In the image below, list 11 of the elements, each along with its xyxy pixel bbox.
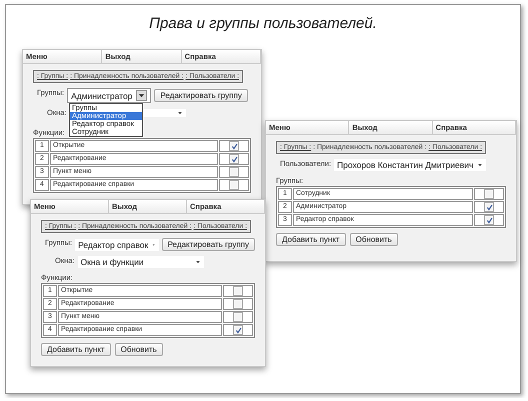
edit-group-button[interactable]: Редактировать группу [154,89,248,102]
slide-title: Права и группы пользователей. [148,15,378,32]
action-button[interactable]: Добавить пункт [41,343,111,356]
dropdown-field[interactable]: Прохоров Константин Дмитриевич [334,159,486,171]
dropdown-field[interactable]: Редактор справок [75,238,159,250]
action-button[interactable]: Обновить [350,233,398,246]
action-button[interactable]: Добавить пункт [276,233,346,246]
action-button[interactable]: Обновить [114,343,163,356]
dropdown-field[interactable]: Окна и функции [78,256,204,268]
edit-group-button[interactable]: Редактировать группу [162,238,255,251]
dropdown-field[interactable]: Администратор [67,88,152,103]
